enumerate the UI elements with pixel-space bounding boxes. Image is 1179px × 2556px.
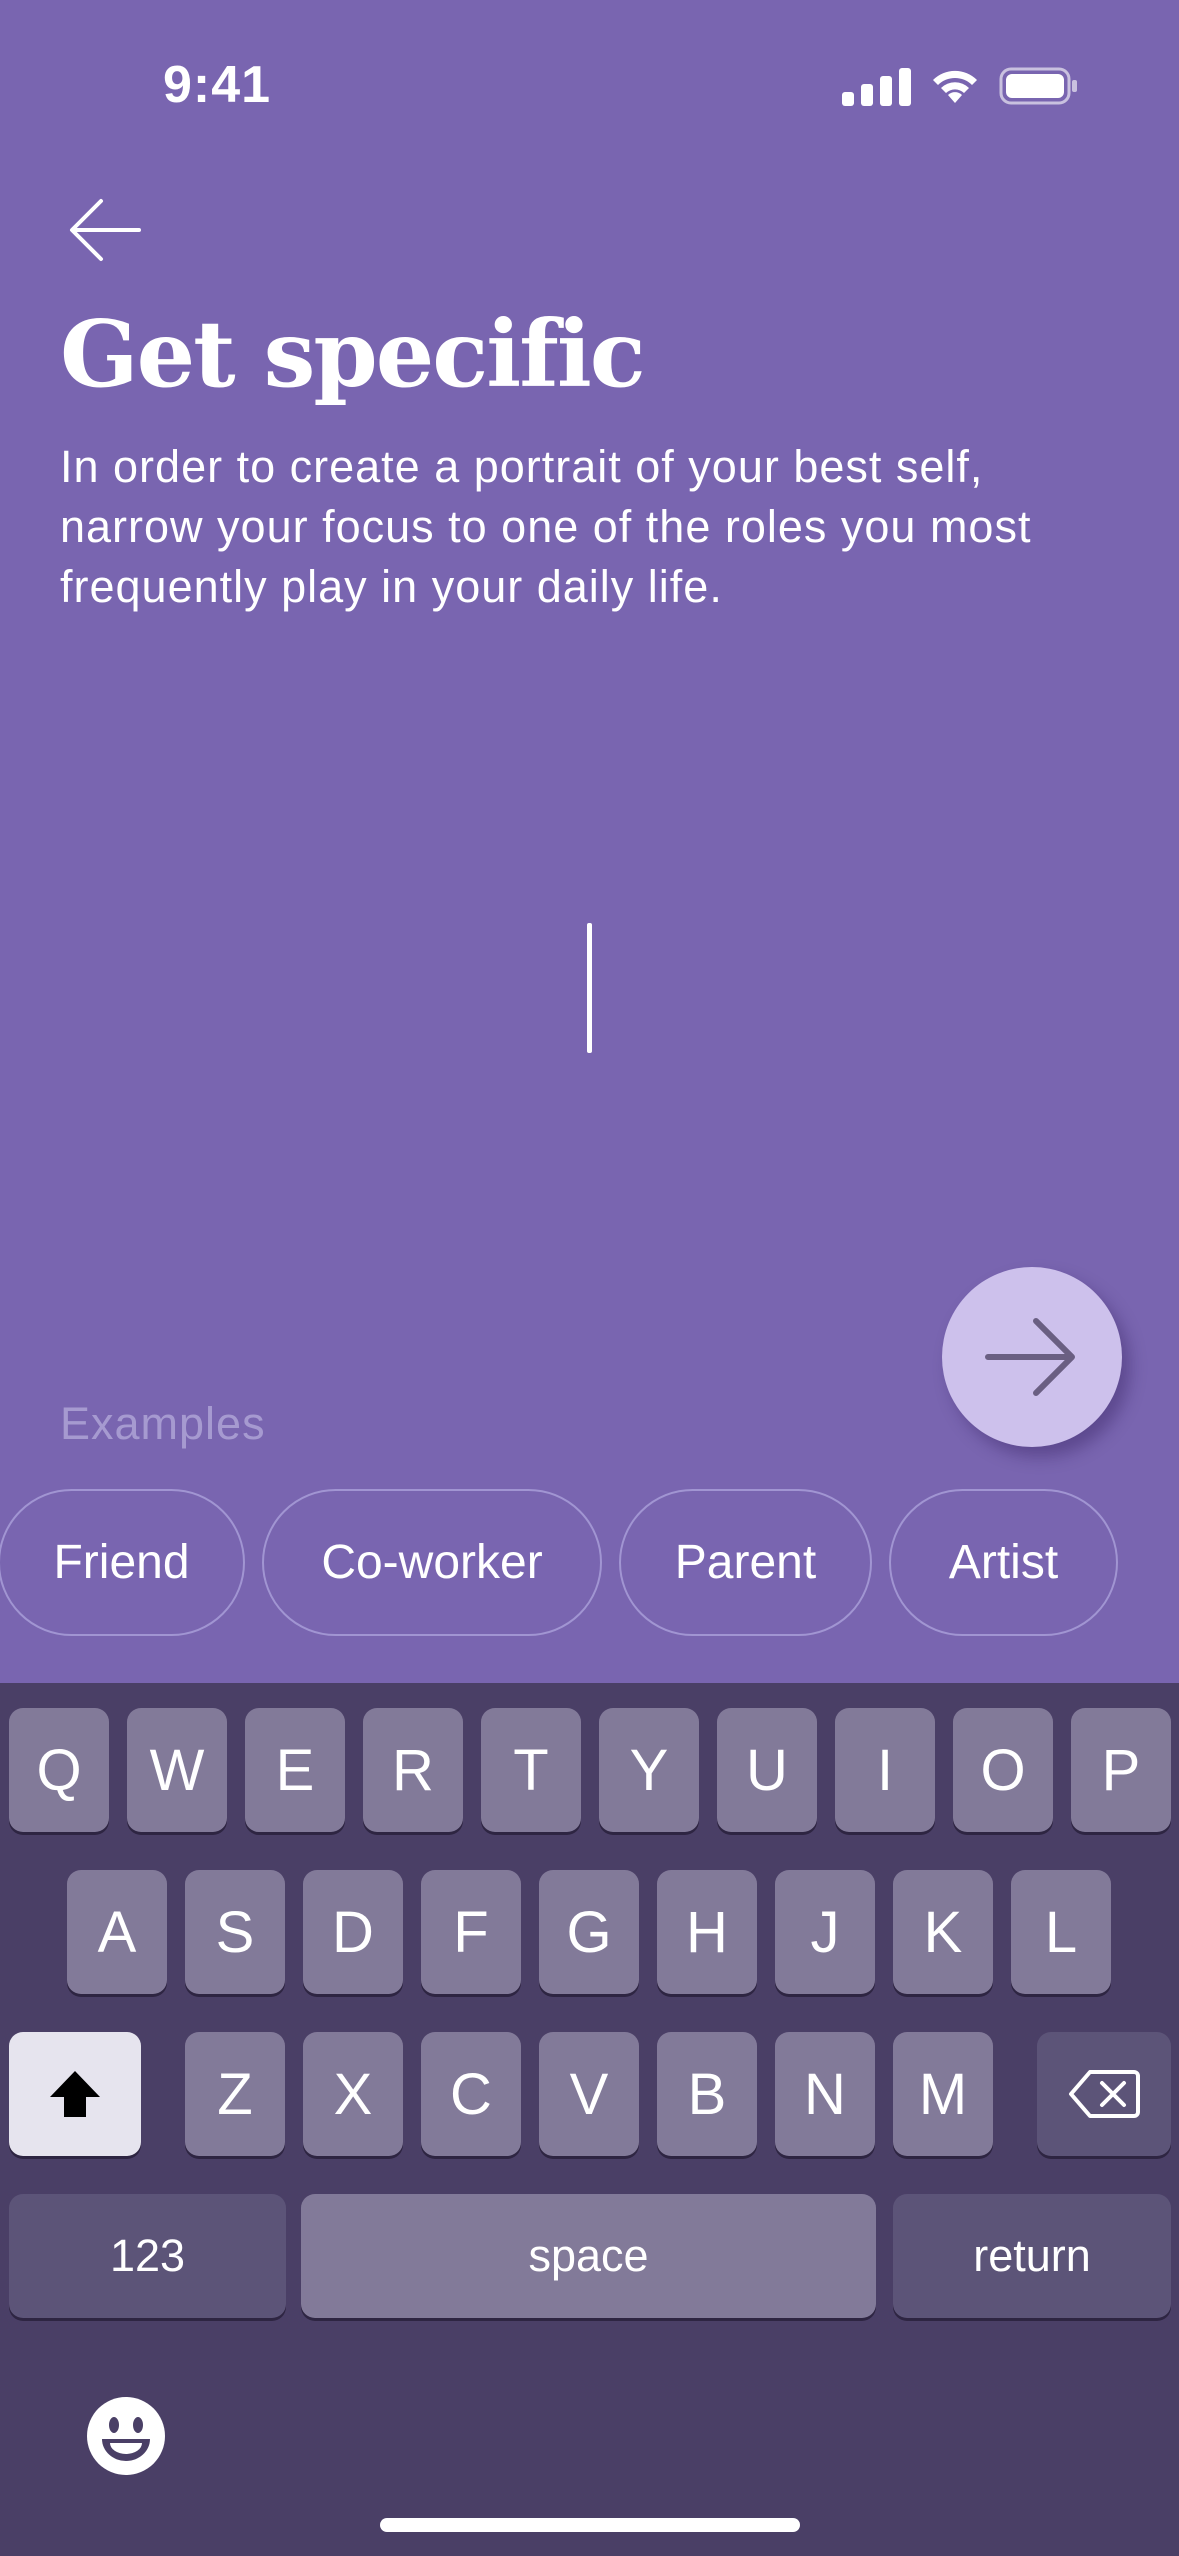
back-button[interactable] — [60, 185, 150, 275]
numbers-key[interactable]: 123 — [9, 2194, 286, 2318]
emoji-button[interactable] — [86, 2396, 166, 2476]
shift-key[interactable] — [9, 2032, 141, 2156]
shift-icon — [50, 2071, 100, 2117]
example-chip-artist[interactable]: Artist — [889, 1489, 1118, 1636]
text-cursor — [587, 923, 592, 1053]
cellular-signal-icon — [842, 66, 911, 106]
key-l[interactable]: L — [1011, 1870, 1111, 1994]
example-chip-friend[interactable]: Friend — [0, 1489, 245, 1636]
key-d[interactable]: D — [303, 1870, 403, 1994]
status-time: 9:41 — [163, 56, 272, 114]
examples-label: Examples — [60, 1398, 266, 1449]
key-q[interactable]: Q — [9, 1708, 109, 1832]
key-a[interactable]: A — [67, 1870, 167, 1994]
arrow-left-icon — [70, 199, 141, 261]
example-chip-parent[interactable]: Parent — [619, 1489, 872, 1636]
example-chip-co-worker[interactable]: Co-worker — [262, 1489, 602, 1636]
key-u[interactable]: U — [717, 1708, 817, 1832]
key-n[interactable]: N — [775, 2032, 875, 2156]
delete-key[interactable] — [1037, 2032, 1171, 2156]
battery-icon — [999, 67, 1079, 105]
key-t[interactable]: T — [481, 1708, 581, 1832]
status-icons — [842, 66, 1079, 106]
next-button[interactable] — [942, 1267, 1122, 1447]
emoji-icon — [87, 2397, 165, 2475]
space-key[interactable]: space — [301, 2194, 876, 2318]
key-g[interactable]: G — [539, 1870, 639, 1994]
home-indicator[interactable] — [380, 2518, 800, 2532]
key-r[interactable]: R — [363, 1708, 463, 1832]
wifi-icon — [929, 67, 981, 105]
key-m[interactable]: M — [893, 2032, 993, 2156]
key-p[interactable]: P — [1071, 1708, 1171, 1832]
key-k[interactable]: K — [893, 1870, 993, 1994]
arrow-right-icon — [985, 1318, 1075, 1396]
key-b[interactable]: B — [657, 2032, 757, 2156]
key-i[interactable]: I — [835, 1708, 935, 1832]
key-c[interactable]: C — [421, 2032, 521, 2156]
key-s[interactable]: S — [185, 1870, 285, 1994]
key-z[interactable]: Z — [185, 2032, 285, 2156]
backspace-icon — [1069, 2070, 1140, 2118]
key-f[interactable]: F — [421, 1870, 521, 1994]
status-bar: 9:41 — [0, 0, 1179, 170]
page-subtitle: In order to create a portrait of your be… — [60, 441, 1032, 612]
key-o[interactable]: O — [953, 1708, 1053, 1832]
key-v[interactable]: V — [539, 2032, 639, 2156]
key-h[interactable]: H — [657, 1870, 757, 1994]
keyboard: Q W E R T Y U I O P A S D F G H J K L Z … — [0, 1683, 1179, 2556]
key-y[interactable]: Y — [599, 1708, 699, 1832]
key-e[interactable]: E — [245, 1708, 345, 1832]
page-title: Get specific — [60, 300, 646, 408]
key-j[interactable]: J — [775, 1870, 875, 1994]
return-key[interactable]: return — [893, 2194, 1171, 2318]
key-x[interactable]: X — [303, 2032, 403, 2156]
key-w[interactable]: W — [127, 1708, 227, 1832]
